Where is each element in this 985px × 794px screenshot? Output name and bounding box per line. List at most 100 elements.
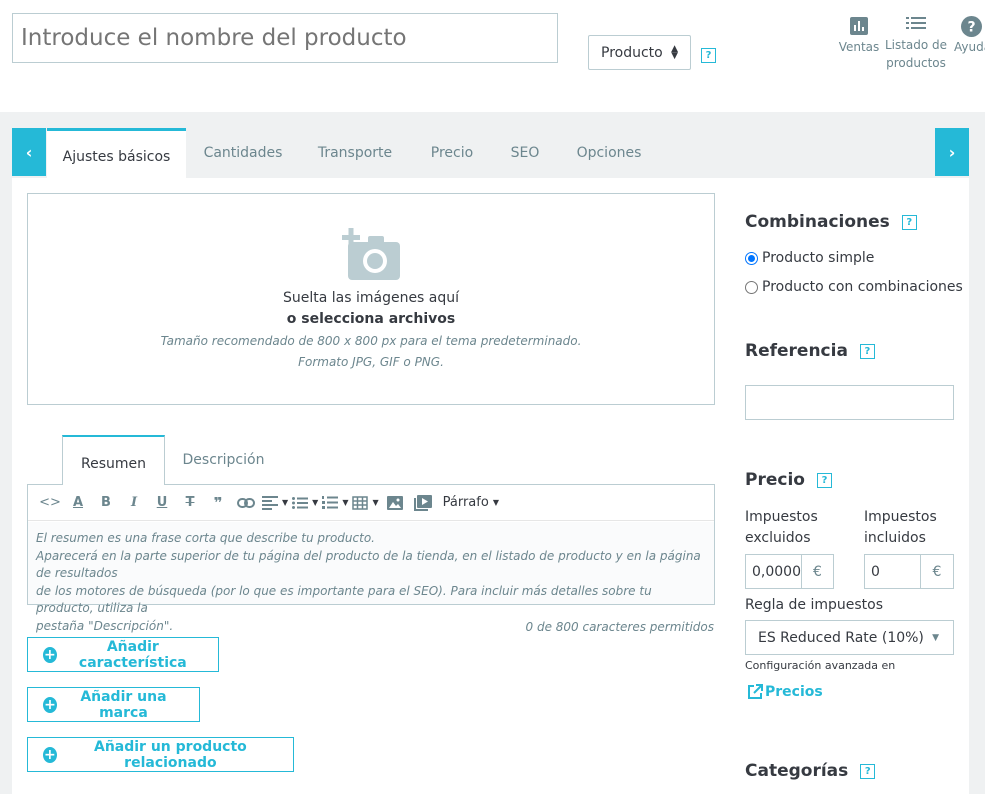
code-icon[interactable]: <> [38,489,62,517]
table-icon[interactable]: ▼ [352,489,379,517]
strikethrough-icon[interactable]: T [178,489,202,517]
text-color-icon[interactable]: A [66,489,90,517]
chevron-down-icon: ▼ [282,498,289,507]
chevron-down-icon: ▼ [492,498,499,507]
summary-placeholder[interactable]: El resumen es una frase corta que descri… [28,522,714,633]
external-link-icon [747,684,763,700]
price-incl-field[interactable]: 0 € [864,554,954,589]
combinations-heading: Combinaciones ? [745,212,917,232]
radio-button-checked[interactable] [745,251,758,265]
add-feature-label: Añadir característica [78,638,187,671]
product-type-select[interactable]: Producto ▲ ▼ [588,35,691,70]
radio-simple-product[interactable]: Producto simple [745,250,874,266]
help-icon[interactable]: ? [901,214,917,230]
align-left-icon[interactable]: ▼ [262,489,288,517]
price-heading: Precio ? [745,470,832,490]
price-incl-label-line1: Impuestos [864,509,937,525]
bullet-list-icon[interactable]: ▼ [292,489,318,517]
currency-addon: € [801,555,833,588]
chevron-right-icon: › [948,142,956,162]
tax-rule-select[interactable]: ES Reduced Rate (10%) ▼ [745,620,954,655]
tab-seo[interactable]: SEO [494,128,556,178]
image-icon[interactable] [383,489,407,517]
reference-title: Referencia [745,341,848,361]
dropzone-size-hint: Tamaño recomendado de 800 x 800 px para … [160,334,582,348]
radio-product-combinations[interactable]: Producto con combinaciones [745,279,963,295]
underline-icon[interactable]: U [150,489,174,517]
price-incl-value[interactable]: 0 [865,555,920,588]
tabs-prev-button[interactable]: ‹ [12,128,46,176]
product-name-input[interactable] [12,13,558,63]
tab-quantities[interactable]: Cantidades [186,128,300,178]
sales-label: Ventas [838,40,880,54]
bar-chart-icon [836,16,882,36]
currency-addon: € [920,555,953,588]
link-icon[interactable] [234,489,258,517]
help-icon[interactable]: ? [860,763,876,779]
pricing-link-label: Precios [765,684,823,700]
summary-line: de los motores de búsqueda (por lo que e… [36,583,652,616]
help-icon[interactable]: ? [859,343,875,359]
product-list-label: Listado de productos [884,38,948,70]
tabs-next-button[interactable]: › [935,128,969,176]
question-circle-icon: ? [950,16,985,37]
italic-icon[interactable]: I [122,489,146,517]
media-icon[interactable] [411,489,435,517]
summary-editor[interactable]: <> A B I U T ❞ ▼ ▼ ▼ ▼ Párrafo ▼ El resu… [27,484,715,633]
page-header: Producto ▲▼ ? Ventas Listado de producto… [0,0,985,112]
price-incl-label: Impuestos incluidos [864,507,937,549]
sales-quick-link[interactable]: Ventas [836,16,882,56]
chevron-down-icon: ▼ [342,498,349,507]
list-icon [884,14,948,34]
price-excl-label: Impuestos excluidos [745,507,818,549]
image-dropzone[interactable]: Suelta las imágenes aquí o selecciona ar… [27,193,715,405]
bold-icon[interactable]: B [94,489,118,517]
dropzone-drop-text: Suelta las imágenes aquí [282,290,460,306]
add-related-product-button[interactable]: + Añadir un producto relacionado [27,737,294,772]
categories-title: Categorías [745,761,849,781]
product-list-quick-link[interactable]: Listado de productos [884,14,948,72]
tab-basic-settings[interactable]: Ajustes básicos [47,128,186,178]
summary-line: El resumen es una frase corta que descri… [36,531,375,545]
paragraph-format-select[interactable]: Párrafo ▼ [443,489,499,517]
price-title: Precio [745,470,805,490]
quote-icon[interactable]: ❞ [206,489,230,517]
help-icon[interactable]: ? [816,472,832,488]
pricing-link[interactable]: Precios [747,684,823,700]
tab-summary[interactable]: Resumen [62,435,165,485]
simple-product-label: Producto simple [762,250,875,266]
plus-circle-icon: + [43,696,57,713]
chevron-left-icon: ‹ [25,142,33,162]
add-related-product-label: Añadir un producto relacionado [93,738,247,771]
char-counter: 0 de 800 caracteres permitidos [525,620,715,634]
combinations-product-label: Producto con combinaciones [762,279,963,295]
plus-circle-icon: + [43,646,57,663]
svg-text:?: ? [967,19,975,35]
reference-input[interactable] [745,385,954,420]
combinations-title: Combinaciones [745,212,890,232]
editor-toolbar: <> A B I U T ❞ ▼ ▼ ▼ ▼ Párrafo ▼ [28,485,714,521]
dropzone-select-files-link[interactable]: o selecciona archivos [28,311,714,327]
numbered-list-icon[interactable]: ▼ [322,489,348,517]
tab-options[interactable]: Opciones [556,128,662,178]
price-excl-label-line2: excluidos [745,530,811,546]
chevron-down-icon: ▼ [372,498,379,507]
advanced-config-text: Configuración avanzada en [745,659,896,672]
price-incl-label-line2: incluidos [864,530,926,546]
price-excl-label-line1: Impuestos [745,509,818,525]
price-excl-field[interactable]: 0,0000 € [745,554,834,589]
paragraph-label: Párrafo [442,495,489,510]
tax-rule-label: Regla de impuestos [745,597,884,613]
radio-button[interactable] [745,280,758,294]
tab-shipping[interactable]: Transporte [300,128,410,178]
add-brand-button[interactable]: + Añadir una marca [27,687,200,722]
price-excl-value[interactable]: 0,0000 [746,555,801,588]
chevron-down-icon: ▼ [932,632,939,643]
tab-description[interactable]: Descripción [165,435,282,485]
help-label: Ayuda [954,40,985,54]
help-icon[interactable]: ? [701,48,716,63]
help-quick-link[interactable]: ? Ayuda [950,16,985,56]
summary-line: Aparecerá en la parte superior de tu pág… [36,548,701,581]
add-feature-button[interactable]: + Añadir característica [27,637,219,672]
tab-price[interactable]: Precio [410,128,494,178]
